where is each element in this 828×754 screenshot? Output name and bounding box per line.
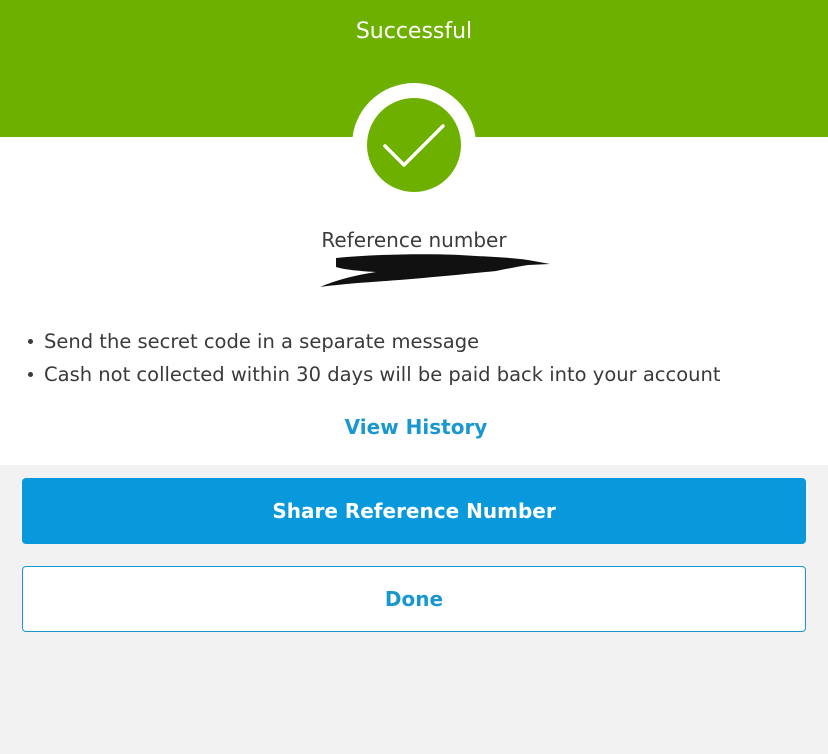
share-reference-button[interactable]: Share Reference Number (22, 478, 806, 544)
bullet-icon (28, 339, 33, 344)
list-item: Send the secret code in a separate messa… (24, 325, 814, 358)
info-list: Send the secret code in a separate messa… (24, 325, 814, 391)
note-text: Cash not collected within 30 days will b… (44, 363, 721, 386)
view-history-link[interactable]: View History (314, 411, 518, 443)
redacted-reference-value (320, 254, 550, 287)
checkmark-icon (367, 98, 461, 192)
note-text: Send the secret code in a separate messa… (44, 330, 480, 353)
bullet-icon (28, 372, 33, 377)
success-badge (352, 83, 476, 207)
page-title: Successful (355, 19, 473, 44)
list-item: Cash not collected within 30 days will b… (24, 358, 814, 391)
done-button[interactable]: Done (22, 566, 806, 632)
